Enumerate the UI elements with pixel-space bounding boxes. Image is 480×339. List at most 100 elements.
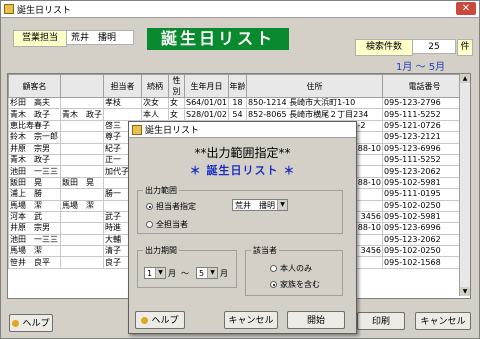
column-header: 続柄 (141, 74, 169, 98)
table-scrollbar[interactable]: ▲ ▼ (459, 74, 470, 296)
close-button[interactable]: ✕ (456, 2, 476, 15)
column-header: 顧客名 (8, 74, 61, 98)
table-cell (103, 108, 142, 121)
table-cell: 095-123-6996 (382, 222, 468, 235)
help-label: ヘルプ (22, 319, 50, 329)
radio-all-label: 全担当者 (156, 220, 188, 229)
help-button[interactable]: ヘルプ (9, 314, 53, 332)
table-cell (60, 233, 104, 247)
main-window: 誕生日リスト ✕ 営業担当 荒井 播明 誕生日リスト 検索件数 25 件 1月 … (0, 0, 480, 339)
dialog-help-label: ヘルプ (151, 316, 179, 326)
column-header: 住所 (246, 74, 384, 98)
column-header: 性別 (168, 74, 185, 98)
dialog-cancel-button[interactable]: キャンセル (224, 311, 278, 329)
table-cell: S28/01/02 (183, 108, 230, 121)
table-cell: 095-123-6996 (382, 142, 468, 155)
table-cell: 095-121-0726 (382, 119, 468, 133)
table-cell (60, 165, 104, 178)
radio-self-label: 本人のみ (280, 264, 312, 273)
table-cell: 馬場 潔 (60, 199, 104, 212)
radio-self-dot (270, 265, 277, 272)
table-cell: 青木 政子 (60, 108, 104, 121)
table-cell: 095-111-0195 (382, 188, 468, 201)
table-cell: 54 (228, 108, 248, 121)
to-month-select[interactable]: 5 ▼ (196, 267, 218, 279)
person-select-value: 荒井 播明 (235, 201, 275, 210)
table-cell: 鈴木 宗一郎 (8, 131, 61, 144)
from-month-select[interactable]: 1 ▼ (144, 267, 166, 279)
dialog-subheading: ＊ 誕生日リスト ＊ (189, 164, 296, 177)
radio-person[interactable]: 担当者指定 (146, 201, 196, 212)
table-cell: 850-1214 長崎市大浜町1-10 (246, 96, 384, 110)
radio-include-family[interactable]: 家族を含む (270, 279, 320, 290)
table-cell: 095-102-0250 (382, 199, 468, 212)
chevron-down-icon[interactable]: ▼ (207, 268, 217, 278)
dialog-heading: **出力範囲指定** (194, 146, 291, 160)
table-cell: 井原 宗男 (8, 142, 61, 155)
table-cell (60, 210, 104, 224)
radio-all-dot (146, 221, 153, 228)
person-select[interactable]: 荒井 播明 ▼ (232, 199, 288, 211)
table-cell: 095-102-1568 (382, 256, 468, 269)
output-range-group: 出力範囲 担当者指定 荒井 播明 ▼ 全担当者 (137, 185, 343, 234)
table-cell: 池田 一三三 (8, 165, 61, 178)
print-button[interactable]: 印刷 (357, 312, 405, 330)
from-month-value: 1 (147, 269, 153, 278)
to-month-value: 5 (199, 269, 205, 278)
table-cell: 095-102-5981 (382, 176, 468, 190)
scroll-down-icon[interactable]: ▼ (460, 287, 470, 296)
table-cell: 池田 一三三 (8, 233, 61, 247)
window-title: 誕生日リスト (17, 5, 72, 16)
column-header: 年齢 (228, 74, 248, 98)
key-icon (141, 317, 149, 324)
sales-rep-label: 営業担当 (13, 30, 67, 47)
table-cell: 本人 (141, 108, 169, 121)
table-cell: 飯田 晃 (60, 176, 104, 190)
scroll-up-icon[interactable]: ▲ (460, 74, 470, 83)
dialog-title-bar: 誕生日リスト (129, 122, 356, 138)
to-month-unit: 月 (220, 269, 228, 278)
table-cell: 095-111-5252 (382, 153, 468, 167)
column-header: 生年月日 (183, 74, 230, 98)
sales-rep-value: 荒井 播明 (66, 30, 134, 45)
dialog-title: 誕生日リスト (145, 126, 200, 136)
cancel-button[interactable]: キャンセル (415, 312, 471, 330)
radio-family-label: 家族を含む (280, 280, 320, 289)
table-cell: 095-102-0250 (382, 245, 468, 258)
count-value: 25 (412, 39, 456, 54)
table-cell: 18 (228, 96, 248, 110)
title-bar: 誕生日リスト ✕ (1, 1, 479, 18)
radio-self-only[interactable]: 本人のみ (270, 263, 312, 274)
radio-person-dot (146, 203, 153, 210)
table-cell: 次女 (141, 96, 169, 110)
table-row[interactable]: 杉田 高夫 孝枝 次女女 S64/01/01 18 850-1214 長崎市大浜町1-10… (8, 96, 468, 110)
table-cell: S64/01/01 (183, 96, 230, 110)
radio-all[interactable]: 全担当者 (146, 219, 188, 230)
column-header: 電話番号 (382, 74, 468, 98)
table-cell (60, 153, 104, 167)
output-range-label: 出力範囲 (143, 185, 179, 196)
table-cell: 女 (168, 96, 185, 110)
target-group-label: 該当者 (251, 245, 279, 256)
chevron-down-icon[interactable]: ▼ (277, 200, 287, 210)
target-group: 該当者 本人のみ 家族を含む (245, 245, 343, 296)
table-cell: 飯田 晃 (8, 176, 61, 190)
key-icon (12, 320, 20, 327)
dialog-help-button[interactable]: ヘルプ (135, 311, 185, 329)
table-cell: 852-8065 長崎市横尾２丁目234 (246, 108, 384, 121)
start-button[interactable]: 開始 (287, 311, 345, 329)
table-cell (60, 142, 104, 155)
app-icon (4, 4, 14, 14)
month-range: 1月 ～ 5月 (396, 62, 446, 73)
table-cell: 青木 政子 (8, 153, 61, 167)
table-cell (60, 245, 104, 258)
count-unit: 件 (457, 39, 473, 56)
table-cell: 馬場 潔 (8, 245, 61, 258)
radio-person-label: 担当者指定 (156, 202, 196, 211)
page-title: 誕生日リスト (147, 28, 289, 50)
chevron-down-icon[interactable]: ▼ (155, 268, 165, 278)
table-row[interactable]: 青木 政子 青木 政子 本人女 S28/01/02 54 852-8065 長崎市横尾２丁… (8, 108, 468, 121)
table-cell (60, 96, 104, 110)
column-header: 担当者 (103, 74, 142, 98)
table-cell: 095-123-2062 (382, 165, 468, 178)
